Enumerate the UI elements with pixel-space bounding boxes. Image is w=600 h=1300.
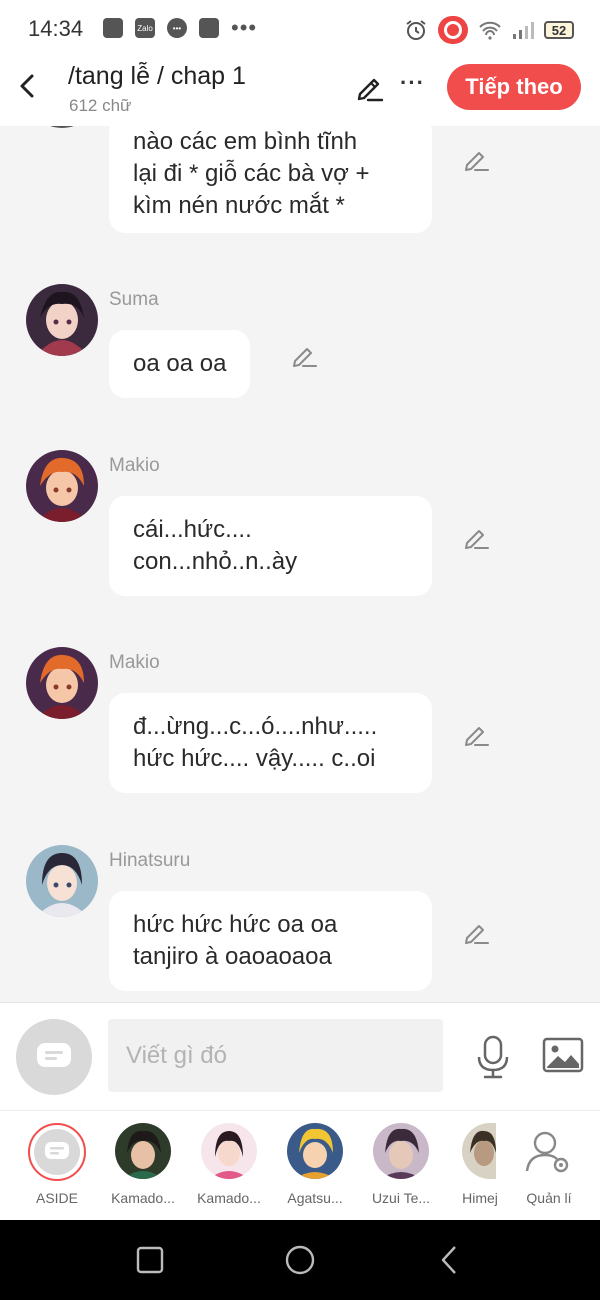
back-button[interactable] (14, 70, 42, 102)
aside-icon (37, 1043, 71, 1067)
status-bar: 14:34 Zalo ••• ••• 52 (0, 0, 600, 58)
character-item[interactable]: Agatsu... (272, 1123, 358, 1206)
word-count: 612 chữ (69, 96, 132, 115)
avatar (26, 126, 98, 128)
recents-icon[interactable] (134, 1244, 166, 1276)
aside-toggle-button[interactable] (16, 1019, 92, 1095)
message-input[interactable] (108, 1019, 443, 1092)
user-settings-icon (525, 1131, 569, 1173)
edit-message-icon[interactable] (462, 918, 490, 946)
character-item[interactable]: Kamado... (186, 1123, 272, 1206)
story-header: /tang lễ / chap 1 612 chữ ··· Tiếp theo (0, 58, 600, 126)
edit-message-icon[interactable] (462, 720, 490, 748)
composer-bar (0, 1002, 600, 1110)
message-line: đ...ừng...c...ó....như..... (133, 713, 378, 740)
story-title: /tang lễ / chap 1 (68, 62, 246, 90)
alarm-icon (406, 20, 426, 40)
character-label: Kamado... (197, 1190, 261, 1206)
avatar (373, 1123, 429, 1179)
message-line: hức hức.... vậy..... c..oi (133, 745, 376, 772)
system-nav-bar (0, 1220, 600, 1300)
character-label: Agatsu... (287, 1190, 343, 1206)
speaker-name: Makio (109, 652, 160, 673)
more-options-button[interactable]: ··· (400, 70, 425, 96)
wifi-icon (479, 21, 501, 40)
character-label: Quản lí (526, 1190, 572, 1206)
battery-icon: 52 (544, 21, 574, 39)
manage-characters-button[interactable]: Quản lí (506, 1123, 592, 1206)
message-bubble[interactable]: đ...ừng...c...ó....như..... hức hức.... … (109, 693, 432, 793)
character-label: Kamado... (111, 1190, 175, 1206)
character-selector: ASIDE Kamado... Kamado... Agatsu... Uzui… (0, 1110, 600, 1220)
home-icon[interactable] (284, 1244, 316, 1276)
message-line: tanjiro à oaoaoaoa (133, 943, 332, 970)
message-bubble[interactable]: nào các em bình tĩnh lại đi * giỗ các bà… (109, 126, 432, 233)
edit-title-button[interactable] (354, 72, 384, 102)
message-line: con...nhỏ..n..ày (133, 548, 298, 575)
notification-icons: Zalo ••• ••• (103, 15, 258, 40)
more-dots-icon: ••• (231, 15, 258, 40)
avatar (115, 1123, 171, 1179)
chat-bubble-icon: ••• (167, 18, 187, 38)
edit-message-icon[interactable] (290, 341, 318, 369)
avatar (26, 284, 98, 356)
message-line: cái...hức.... (133, 516, 252, 543)
character-item[interactable]: Kamado... (100, 1123, 186, 1206)
microphone-icon[interactable] (476, 1035, 510, 1079)
chat-thread[interactable]: nào các em bình tĩnh lại đi * giỗ các bà… (0, 126, 600, 1002)
avatar (201, 1123, 257, 1179)
speaker-name: Hinatsuru (109, 850, 191, 871)
speaker-name: Suma (109, 289, 159, 310)
message-bubble[interactable]: oa oa oa (109, 330, 251, 398)
avatar (287, 1123, 343, 1179)
message-line: hức hức hức oa oa (133, 911, 338, 938)
signal-icon (513, 22, 534, 39)
message-line: nào các em bình tĩnh (133, 128, 358, 155)
character-label: ASIDE (35, 1190, 78, 1206)
avatar (26, 450, 98, 522)
message-line: lại đi * giỗ các bà vợ + (133, 160, 370, 187)
avatar (26, 845, 98, 917)
message-line: oa oa oa (133, 350, 227, 377)
image-upload-icon[interactable] (542, 1037, 584, 1073)
character-label: Uzui Te... (371, 1190, 431, 1206)
message-line: kìm nén nước mắt * (133, 192, 345, 219)
avatar (462, 1123, 496, 1179)
zalo-icon: Zalo (135, 18, 155, 38)
next-button[interactable]: Tiếp theo (447, 64, 581, 110)
edit-message-icon[interactable] (462, 145, 490, 173)
character-item-aside[interactable]: ASIDE (14, 1123, 100, 1206)
back-nav-icon[interactable] (434, 1244, 466, 1276)
screenshot-icon (103, 18, 123, 38)
speaker-name: Makio (109, 455, 160, 476)
screen-record-icon (438, 16, 468, 44)
status-time: 14:34 (28, 16, 84, 41)
message-bubble[interactable]: hức hức hức oa oa tanjiro à oaoaoaoa (109, 891, 432, 991)
system-icons: 52 (404, 16, 574, 44)
gallery-icon (199, 18, 219, 38)
aside-avatar (28, 1123, 86, 1181)
aside-icon (45, 1142, 69, 1159)
character-item[interactable]: Uzui Te... (358, 1123, 444, 1206)
edit-message-icon[interactable] (462, 523, 490, 551)
message-bubble[interactable]: cái...hức.... con...nhỏ..n..ày (109, 496, 432, 596)
avatar (26, 647, 98, 719)
